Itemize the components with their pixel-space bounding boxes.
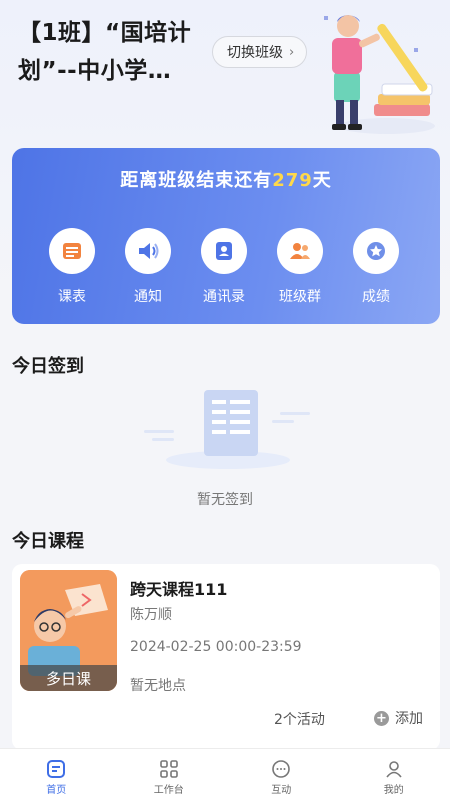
add-activity-button[interactable]: + 添加 (374, 708, 423, 728)
menu-item-class-group[interactable]: 班级群 (262, 228, 338, 306)
course-teacher: 陈万顺 (130, 607, 172, 623)
chevron-right-icon: › (289, 44, 295, 60)
course-time: 2024-02-25 00:00-23:59 (130, 639, 302, 655)
checkin-section-title: 今日签到 (12, 356, 84, 377)
home-icon (47, 760, 66, 778)
nav-label: 工作台 (153, 785, 184, 796)
menu-label: 成绩 (362, 289, 390, 305)
menu-label: 通知 (134, 289, 162, 305)
countdown-prefix: 距离班级结束还有 (120, 170, 273, 191)
menu-item-grades[interactable]: 成绩 (338, 228, 414, 306)
menu-item-notice[interactable]: 通知 (110, 228, 186, 306)
star-badge-icon (353, 228, 399, 274)
course-card[interactable]: 多日课 跨天课程111 陈万顺 2024-02-25 00:00-23:59 暂… (12, 564, 440, 750)
bottom-navigation: 首页 工作台 互动 我的 (0, 748, 450, 800)
empty-checkin-illustration (144, 390, 310, 469)
menu-item-contacts[interactable]: 通讯录 (186, 228, 262, 306)
nav-label: 我的 (383, 785, 404, 796)
nav-item-home[interactable]: 首页 (0, 749, 113, 800)
menu-label: 班级群 (279, 289, 321, 305)
menu-label: 课表 (58, 289, 86, 305)
add-activity-label: 添加 (395, 711, 423, 727)
course-name: 跨天课程111 (130, 580, 228, 599)
course-thumbnail: 多日课 (20, 570, 117, 691)
schedule-icon (49, 228, 95, 274)
nav-label: 互动 (271, 785, 292, 796)
countdown-text: 距离班级结束还有279天 (12, 166, 440, 192)
contacts-icon (201, 228, 247, 274)
course-place: 暂无地点 (130, 678, 186, 694)
empty-checkin-text: 暂无签到 (197, 492, 253, 508)
student-illustration (324, 15, 435, 134)
plus-icon: + (374, 710, 389, 726)
class-countdown-banner: 距离班级结束还有279天 课表 通知 通讯录 班级群 成绩 (12, 148, 440, 324)
quick-menu: 课表 通知 通讯录 班级群 成绩 (12, 228, 440, 306)
nav-label: 首页 (46, 785, 67, 796)
course-type-tag: 多日课 (20, 665, 117, 691)
nav-item-mine[interactable]: 我的 (338, 749, 450, 800)
menu-item-schedule[interactable]: 课表 (34, 228, 110, 306)
grid-icon (159, 760, 178, 778)
switch-class-button[interactable]: 切换班级 › (212, 36, 308, 68)
user-icon (386, 761, 402, 778)
menu-label: 通讯录 (203, 289, 245, 305)
countdown-days: 279 (272, 170, 313, 191)
nav-item-workbench[interactable]: 工作台 (113, 749, 226, 800)
class-title[interactable]: 【1班】“国培计划”--中小学… (18, 14, 208, 90)
switch-class-label: 切换班级 (227, 45, 283, 61)
speaker-icon (125, 228, 171, 274)
group-icon (277, 228, 323, 274)
courses-section-title: 今日课程 (12, 531, 84, 552)
countdown-suffix: 天 (312, 170, 332, 191)
activity-count[interactable]: 2个活动 (274, 709, 325, 729)
chat-icon (272, 760, 291, 778)
nav-item-interaction[interactable]: 互动 (225, 749, 338, 800)
